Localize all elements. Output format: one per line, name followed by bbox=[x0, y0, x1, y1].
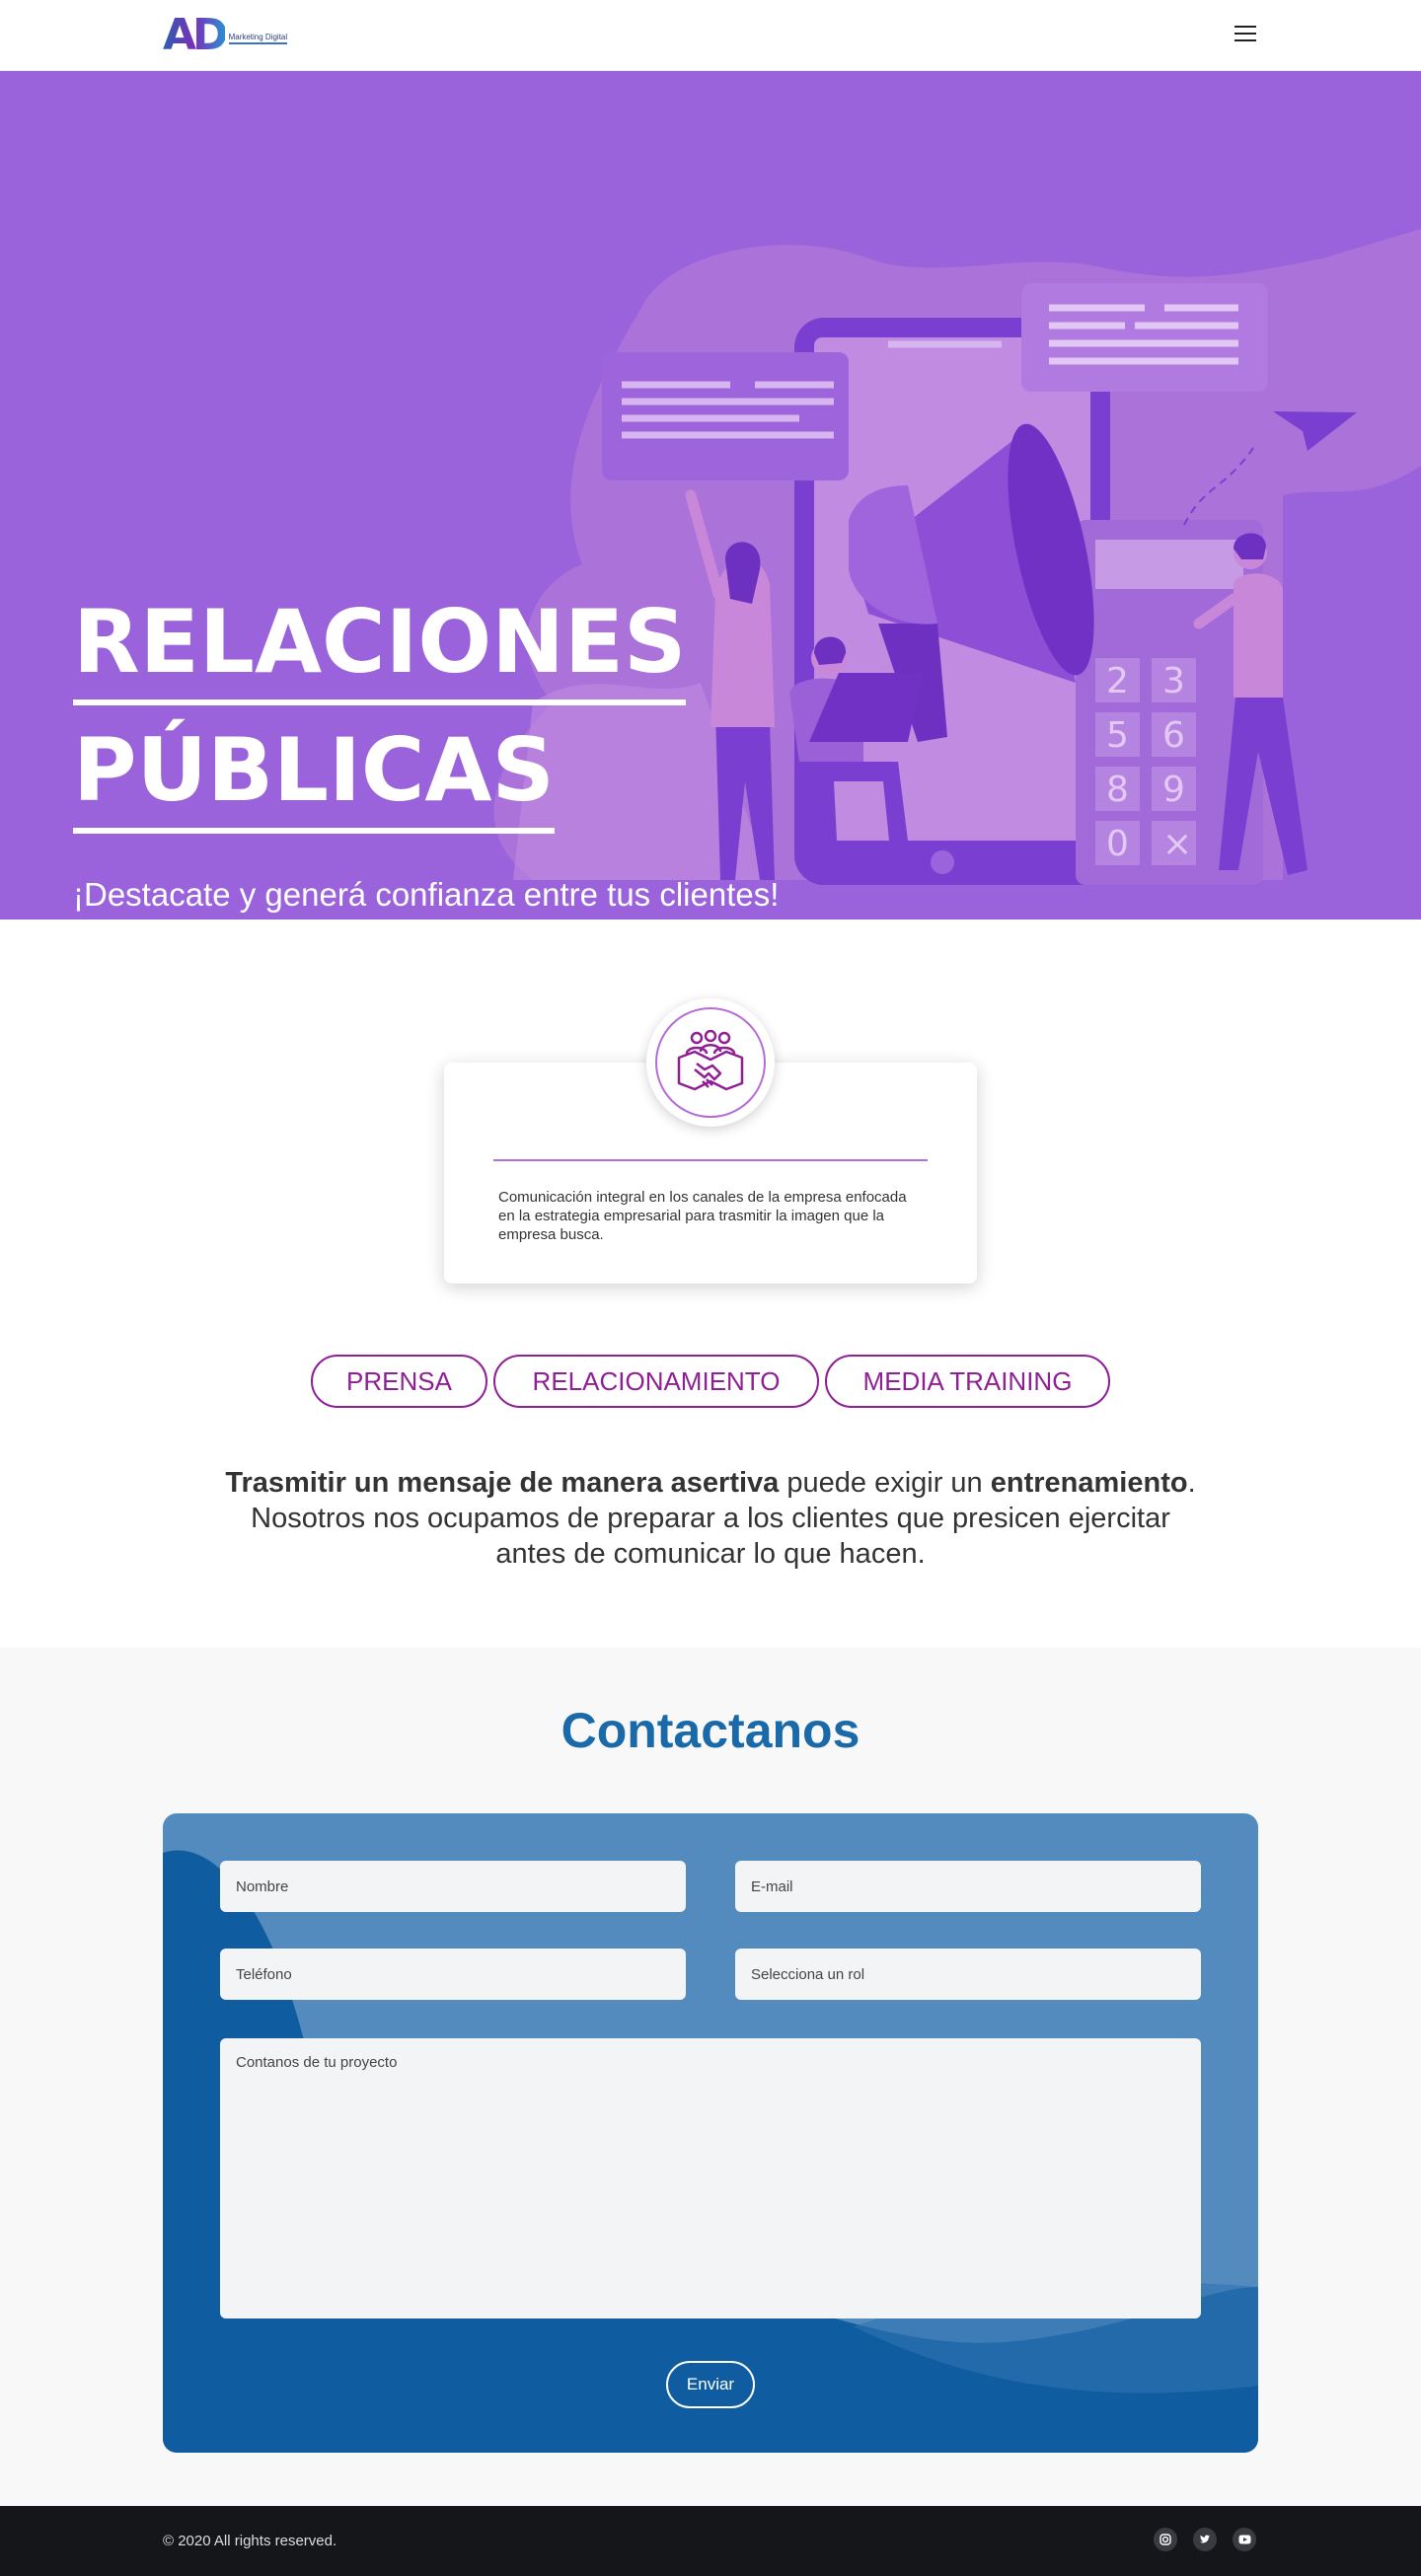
phone-field[interactable] bbox=[220, 1949, 686, 2000]
contact-section: Contactanos Selecciona un rol Enviar bbox=[0, 1648, 1421, 2506]
tab-prensa[interactable]: PRENSA bbox=[311, 1355, 487, 1408]
paragraph-line3: antes de comunicar lo que hacen. bbox=[495, 1538, 926, 1570]
hero-title: RELACIONES PÚBLICAS bbox=[73, 599, 687, 855]
contact-form: Selecciona un rol Enviar bbox=[163, 1813, 1258, 2453]
hero-title-line1: RELACIONES bbox=[73, 599, 687, 705]
contact-title: Contactanos bbox=[561, 1703, 860, 1758]
hero-title-line2: PÚBLICAS bbox=[73, 727, 555, 834]
role-select-value: Selecciona un rol bbox=[751, 1965, 865, 1983]
instagram-icon[interactable] bbox=[1154, 2528, 1177, 2551]
youtube-icon[interactable] bbox=[1233, 2528, 1256, 2551]
social-links bbox=[1154, 2528, 1256, 2551]
handshake-team-icon bbox=[646, 998, 775, 1127]
key-5: 5 bbox=[1106, 715, 1129, 756]
copyright: © 2020 All rights reserved. bbox=[163, 2533, 337, 2549]
hero-subtitle: ¡Destacate y generá confianza entre tus … bbox=[73, 876, 780, 913]
tab-media-training[interactable]: MEDIA TRAINING bbox=[825, 1355, 1110, 1408]
media-training-paragraph: Trasmitir un mensaje de manera asertiva … bbox=[0, 1465, 1421, 1572]
key-6: 6 bbox=[1162, 715, 1185, 756]
key-9: 9 bbox=[1162, 770, 1185, 810]
key-0: 0 bbox=[1106, 824, 1129, 864]
paragraph-bold2: entrenamiento bbox=[990, 1467, 1188, 1499]
role-select[interactable]: Selecciona un rol bbox=[735, 1949, 1201, 2000]
submit-button[interactable]: Enviar bbox=[666, 2361, 755, 2408]
name-field[interactable] bbox=[220, 1861, 686, 1912]
service-section: Comunicación integral en los canales de … bbox=[0, 920, 1421, 1314]
site-header: AD Marketing Digital bbox=[0, 0, 1421, 71]
tab-relacionamiento[interactable]: RELACIONAMIENTO bbox=[493, 1355, 819, 1408]
hamburger-menu-icon[interactable] bbox=[1234, 26, 1256, 43]
key-2: 2 bbox=[1106, 661, 1129, 701]
paragraph-bold1: Trasmitir un mensaje de manera asertiva bbox=[225, 1467, 780, 1499]
key-8: 8 bbox=[1106, 770, 1129, 810]
paragraph-line2: Nosotros nos ocupamos de preparar a los … bbox=[251, 1503, 1170, 1534]
logo[interactable]: AD Marketing Digital bbox=[163, 8, 321, 63]
email-field[interactable] bbox=[735, 1861, 1201, 1912]
card-divider bbox=[493, 1159, 928, 1161]
project-textarea[interactable] bbox=[220, 2038, 1201, 2318]
paragraph-text1: puede exigir un bbox=[779, 1467, 991, 1499]
hero-section: 2 3 5 6 8 9 0 × RELACIONES PÚBLICAS ¡Des… bbox=[0, 71, 1421, 920]
paragraph-text2: . bbox=[1187, 1467, 1196, 1499]
logo-mark: AD bbox=[163, 10, 229, 60]
service-tabs: PRENSA RELACIONAMIENTO MEDIA TRAINING bbox=[0, 1355, 1421, 1408]
key-3: 3 bbox=[1162, 661, 1185, 701]
logo-text: Marketing Digital bbox=[228, 33, 288, 44]
site-footer: © 2020 All rights reserved. bbox=[0, 2506, 1421, 2576]
key-x: × bbox=[1162, 824, 1192, 864]
service-description: Comunicación integral en los canales de … bbox=[498, 1189, 907, 1243]
twitter-icon[interactable] bbox=[1193, 2528, 1217, 2551]
